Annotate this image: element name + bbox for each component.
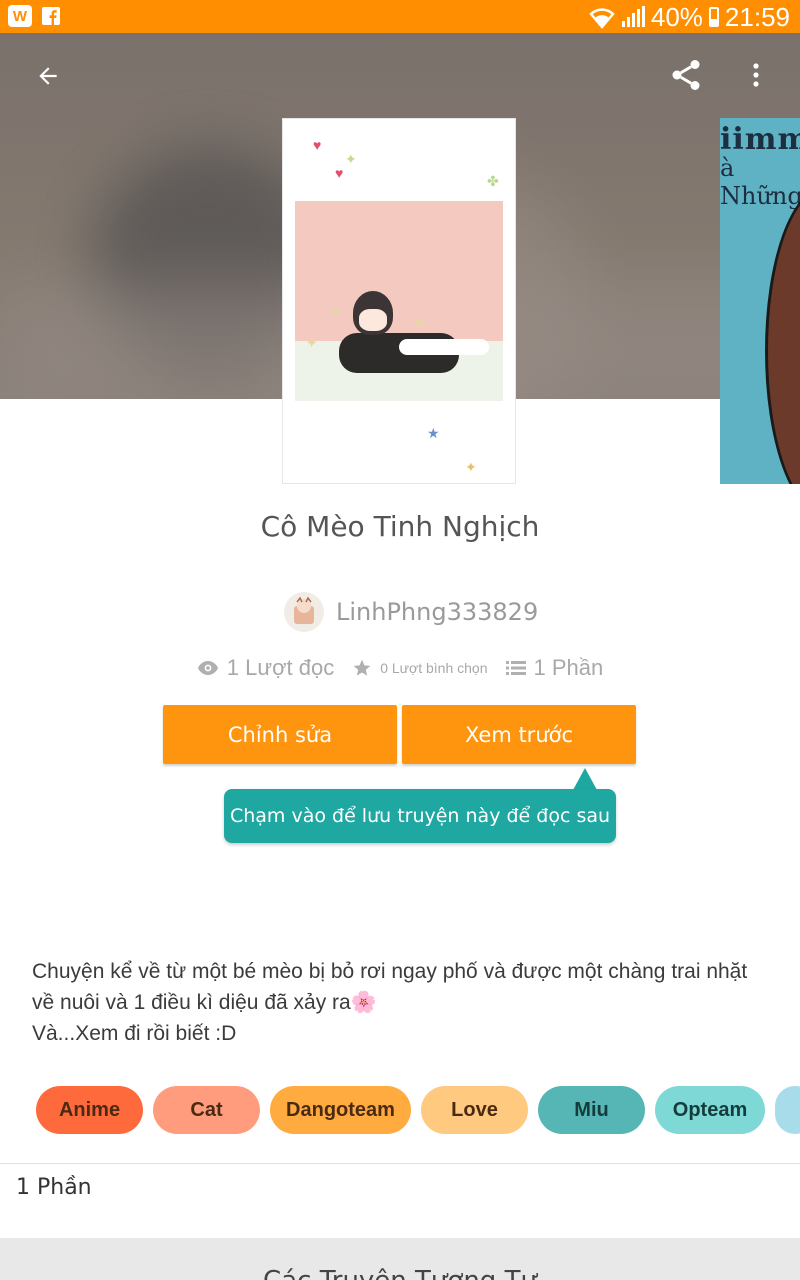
author-row[interactable]: LinhPhng333829 xyxy=(284,590,538,634)
story-description: Chuyện kể về từ một bé mèo bị bỏ rơi nga… xyxy=(32,956,772,1049)
reads-stat: 1 Lượt đọc xyxy=(197,655,334,681)
author-name[interactable]: LinhPhng333829 xyxy=(336,598,538,626)
battery-level xyxy=(710,18,717,25)
next-cover-title: iimmu xyxy=(720,122,800,157)
avatar[interactable] xyxy=(284,592,324,632)
preview-button[interactable]: Xem trước xyxy=(402,705,636,764)
story-stats: 1 Lượt đọc 0 Lượt bình chọn 1 Phần xyxy=(0,655,800,681)
more-options-button[interactable] xyxy=(732,51,780,99)
heart-icon: ♥ xyxy=(313,137,322,153)
back-button[interactable] xyxy=(24,52,72,100)
flower-emoji-icon: 🌸 xyxy=(350,991,377,1014)
star-icon: ★ xyxy=(427,425,440,441)
next-cover-subtitle: à Những xyxy=(720,154,800,210)
tag-chip[interactable]: Miu xyxy=(538,1086,645,1134)
save-for-later-tooltip[interactable]: Chạm vào để lưu truyện này để đọc sau xyxy=(224,789,616,843)
tag-list: Anime Cat Dangoteam Love Miu Opteam xyxy=(36,1086,800,1134)
share-button[interactable] xyxy=(662,51,710,99)
battery-percent: 40% xyxy=(650,2,703,32)
similar-stories-heading: Các Truyện Tương Tự xyxy=(0,1266,800,1280)
tag-chip[interactable]: Opteam xyxy=(655,1086,765,1134)
sparkle-icon: ✦ xyxy=(465,459,477,475)
parts-count: 1 Phần xyxy=(533,655,604,680)
parts-stat: 1 Phần xyxy=(505,655,604,681)
description-line-2: Và...Xem đi rồi biết :D xyxy=(32,1022,237,1045)
clock: 21:59 xyxy=(724,2,790,32)
avatar-image xyxy=(294,596,314,624)
more-vertical-icon xyxy=(753,63,759,87)
status-bar: W 40% 21:59 xyxy=(0,0,800,33)
clover-icon: ✤ xyxy=(487,173,499,189)
sparkle-icon: ✦ xyxy=(345,151,357,167)
story-title: Cô Mèo Tinh Nghịch xyxy=(260,510,540,543)
star-icon xyxy=(353,659,371,676)
parts-section-label[interactable]: 1 Phần xyxy=(16,1175,92,1200)
tag-chip[interactable]: Dangoteam xyxy=(270,1086,411,1134)
tag-chip[interactable] xyxy=(775,1086,800,1134)
share-icon xyxy=(672,60,700,90)
wifi-icon xyxy=(589,8,615,29)
arrow-left-icon xyxy=(39,67,57,85)
description-line-1: Chuyện kể về từ một bé mèo bị bỏ rơi nga… xyxy=(32,960,748,1014)
tag-chip[interactable]: Love xyxy=(421,1086,528,1134)
list-icon xyxy=(505,661,526,675)
divider xyxy=(0,1163,800,1164)
tooltip-arrow xyxy=(573,768,597,790)
votes-stat: 0 Lượt bình chọn xyxy=(352,658,488,678)
votes-count: 0 Lượt bình chọn xyxy=(380,660,488,676)
similar-stories-section: Các Truyện Tương Tự xyxy=(0,1238,800,1280)
status-right: 40% 21:59 xyxy=(589,3,790,31)
battery-icon xyxy=(708,7,719,27)
status-left: W xyxy=(8,5,60,27)
wattpad-notification-icon: W xyxy=(8,5,32,27)
story-cover[interactable]: ♥ ♥ ✦ ✤ ✦ ✦ ✦ ★ ✦ xyxy=(282,118,516,484)
eye-icon xyxy=(197,661,218,675)
facebook-notification-icon xyxy=(42,7,60,25)
edit-button[interactable]: Chỉnh sửa xyxy=(163,705,397,764)
tag-chip[interactable]: Cat xyxy=(153,1086,260,1134)
reads-count: 1 Lượt đọc xyxy=(226,655,335,680)
signal-icon xyxy=(621,6,645,27)
next-story-cover[interactable]: iimmu à Những xyxy=(720,118,800,484)
heart-icon: ♥ xyxy=(335,165,344,181)
tag-chip[interactable]: Anime xyxy=(36,1086,143,1134)
cover-illustration: ✦ ✦ ✦ xyxy=(295,201,503,401)
